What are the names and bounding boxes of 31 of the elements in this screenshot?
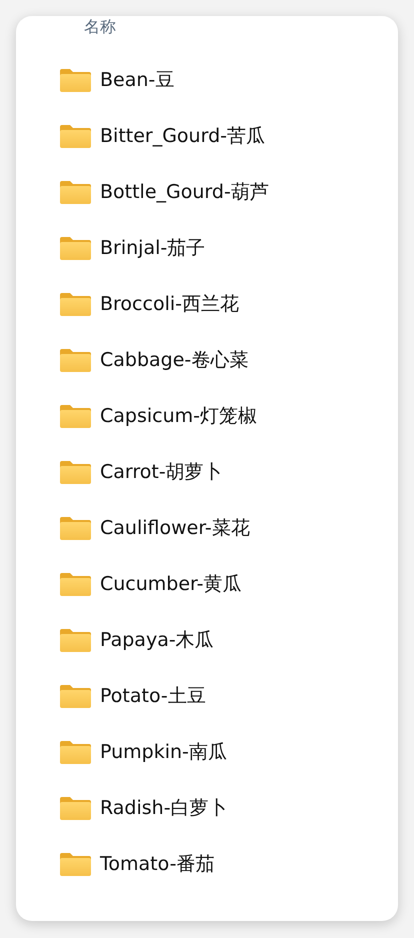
folder-item[interactable]: Carrot-胡萝卜 — [16, 444, 398, 500]
folder-item[interactable]: Bottle_Gourd-葫芦 — [16, 164, 398, 220]
folder-item[interactable]: Papaya-木瓜 — [16, 612, 398, 668]
folder-icon — [59, 852, 92, 876]
folder-item[interactable]: Potato-土豆 — [16, 668, 398, 724]
folder-icon — [59, 796, 92, 820]
folder-icon — [59, 236, 92, 260]
folder-item[interactable]: Pumpkin-南瓜 — [16, 724, 398, 780]
column-header[interactable]: 名称 — [84, 18, 116, 36]
folder-item[interactable]: Cauliflower-菜花 — [16, 500, 398, 556]
folder-icon — [59, 740, 92, 764]
folder-item[interactable]: Tomato-番茄 — [16, 836, 398, 892]
folder-icon — [59, 180, 92, 204]
folder-item[interactable]: Radish-白萝卜 — [16, 780, 398, 836]
folder-icon — [59, 68, 92, 92]
folder-icon — [59, 628, 92, 652]
folder-item[interactable]: Cabbage-卷心菜 — [16, 332, 398, 388]
folder-icon — [59, 460, 92, 484]
folder-icon — [59, 348, 92, 372]
folder-icon — [59, 516, 92, 540]
folder-item[interactable]: Broccoli-西兰花 — [16, 276, 398, 332]
folder-item[interactable]: Brinjal-茄子 — [16, 220, 398, 276]
folder-item[interactable]: Bitter_Gourd-苦瓜 — [16, 108, 398, 164]
folder-icon — [59, 572, 92, 596]
folder-icon — [59, 292, 92, 316]
folder-icon — [59, 124, 92, 148]
folder-item[interactable]: Cucumber-黄瓜 — [16, 556, 398, 612]
folder-item[interactable]: Bean-豆 — [16, 52, 398, 108]
folder-icon — [59, 684, 92, 708]
folder-item[interactable]: Capsicum-灯笼椒 — [16, 388, 398, 444]
folder-icon — [59, 404, 92, 428]
